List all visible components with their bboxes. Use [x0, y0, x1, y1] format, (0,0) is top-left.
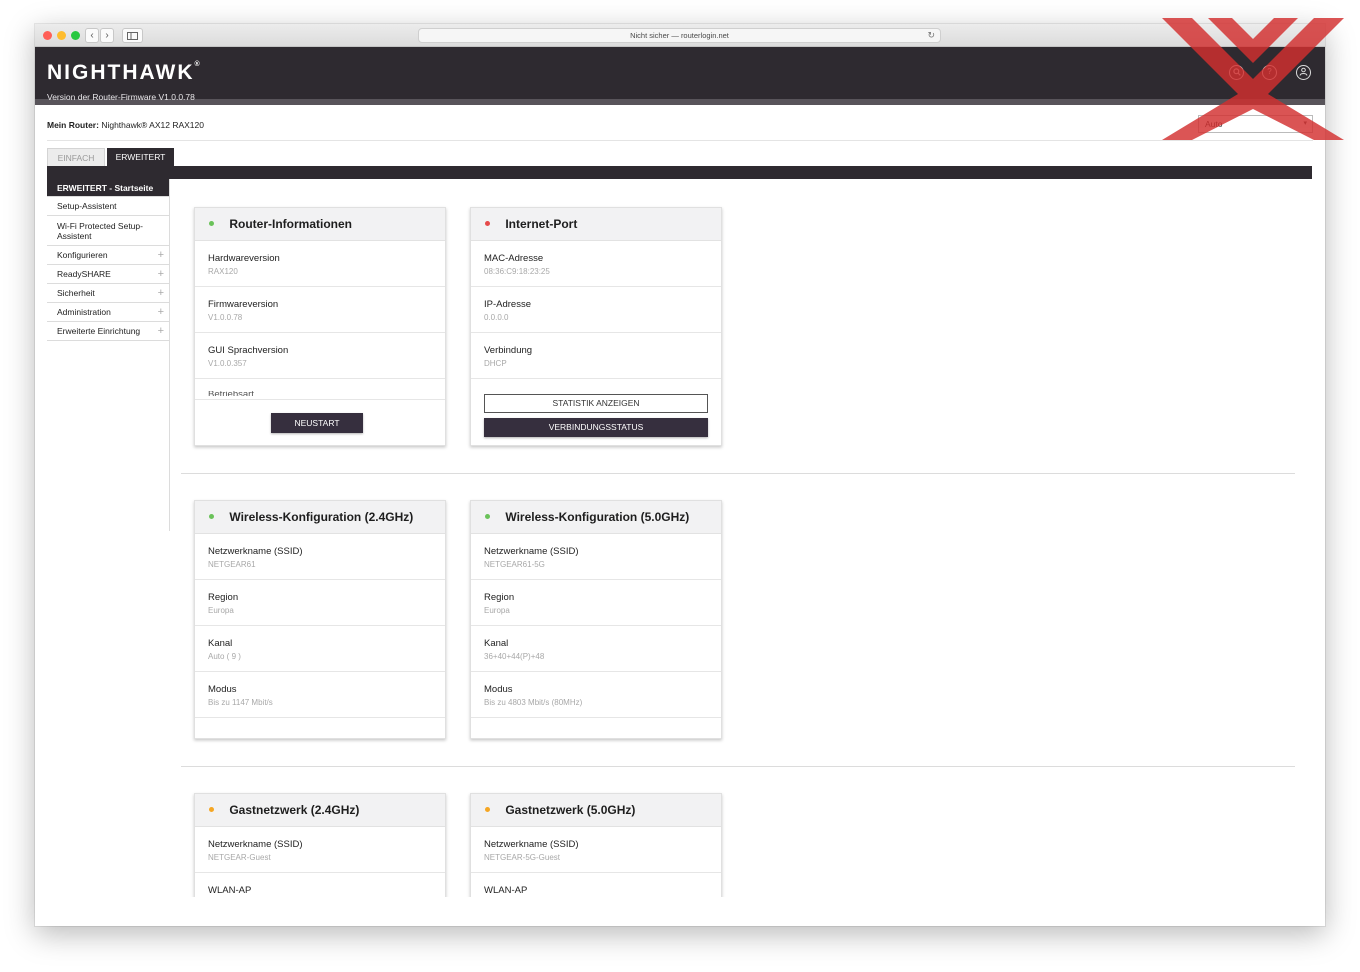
connection-status-button[interactable]: VERBINDUNGSSTATUS [484, 418, 708, 437]
info-row-mac: MAC-Adresse 08:36:C9:18:23:25 [471, 241, 721, 287]
expand-icon: + [157, 287, 164, 299]
info-row-verbindung: Verbindung DHCP [471, 333, 721, 379]
browser-toolbar: ‹ › Nicht sicher — routerlogin.net ↻ [35, 24, 1325, 47]
card-header: Gastnetzwerk (2.4GHz) [195, 794, 445, 827]
browser-window: ‹ › Nicht sicher — routerlogin.net ↻ NIG… [35, 24, 1325, 926]
help-icon[interactable]: ? [1262, 65, 1277, 80]
zoom-window-button[interactable] [71, 31, 80, 40]
info-row-ip: IP-Adresse 0.0.0.0 [471, 287, 721, 333]
sidebar-item-startseite[interactable]: ERWEITERT - Startseite [47, 179, 170, 197]
search-icon[interactable] [1229, 65, 1244, 80]
info-row-ssid: Netzwerkname (SSID) NETGEAR61-5G [471, 534, 721, 580]
tab-bar [47, 166, 1312, 179]
back-button[interactable]: ‹ [85, 28, 99, 43]
card-header: Wireless-Konfiguration (5.0GHz) [471, 501, 721, 534]
address-text: Nicht sicher — routerlogin.net [630, 31, 729, 40]
card-header: Gastnetzwerk (5.0GHz) [471, 794, 721, 827]
status-dot [485, 514, 490, 520]
info-row-kanal: Kanal Auto ( 9 ) [195, 626, 445, 672]
info-row-modus: Modus Bis zu 1147 Mbit/s [195, 672, 445, 718]
reload-icon[interactable]: ↻ [927, 29, 935, 42]
status-dot [485, 807, 490, 813]
info-row-kanal: Kanal 36+40+44(P)+48 [471, 626, 721, 672]
wireless-50-card: Wireless-Konfiguration (5.0GHz) Netzwerk… [470, 500, 722, 739]
info-row-hardware: Hardwareversion RAX120 [195, 241, 445, 287]
chevron-right-icon: › [105, 30, 109, 41]
nighthawk-logo[interactable]: NIGHTHAWK® [47, 61, 202, 85]
app-header: NIGHTHAWK® ? [35, 47, 1325, 105]
sidebar: ERWEITERT - Startseite Setup-Assistent W… [47, 179, 170, 341]
sidebar-item-readyshare[interactable]: ReadySHARE + [47, 265, 170, 284]
tab-erweitert[interactable]: ERWEITERT [107, 148, 174, 166]
info-row-modus: Modus Bis zu 4803 Mbit/s (80MHz) [471, 672, 721, 718]
wireless-24-card: Wireless-Konfiguration (2.4GHz) Netzwerk… [194, 500, 446, 739]
internet-port-card: Internet-Port MAC-Adresse 08:36:C9:18:23:… [470, 207, 722, 446]
user-icon[interactable] [1296, 65, 1311, 80]
sidebar-item-administration[interactable]: Administration + [47, 303, 170, 322]
status-dot [209, 514, 214, 520]
card-header: Internet-Port [471, 208, 721, 241]
info-row-ssid: Netzwerkname (SSID) NETGEAR61 [195, 534, 445, 580]
card-header: Wireless-Konfiguration (2.4GHz) [195, 501, 445, 534]
info-row-firmware: Firmwareversion V1.0.0.78 [195, 287, 445, 333]
status-dot [209, 221, 214, 227]
status-dot [209, 807, 214, 813]
show-statistics-button[interactable]: STATISTIK ANZEIGEN [484, 394, 708, 413]
viewport-bottom [35, 897, 1325, 926]
header-divider [47, 140, 1313, 141]
tab-einfach[interactable]: EINFACH [47, 148, 105, 166]
sidebar-item-wps-assistent[interactable]: Wi-Fi Protected Setup-Assistent [47, 216, 170, 246]
router-name: Nighthawk® AX12 RAX120 [101, 120, 204, 130]
language-select[interactable]: Auto ▾ [1198, 115, 1313, 133]
sidebar-border [169, 179, 170, 531]
sidebar-toggle-button[interactable] [122, 28, 143, 43]
card-title: Wireless-Konfiguration (2.4GHz) [229, 510, 414, 524]
info-row-region: Region Europa [195, 580, 445, 626]
sidebar-item-setup-assistent[interactable]: Setup-Assistent [47, 197, 170, 216]
close-window-button[interactable] [43, 31, 52, 40]
firmware-version: Version der Router-Firmware V1.0.0.78 [47, 92, 195, 102]
card-title: Internet-Port [505, 217, 578, 231]
address-bar[interactable]: Nicht sicher — routerlogin.net ↻ [418, 28, 941, 43]
expand-icon: + [157, 249, 164, 261]
info-row-betriebsart: Betriebsart [195, 379, 445, 400]
expand-icon: + [157, 325, 164, 337]
expand-icon: + [157, 306, 164, 318]
card-title: Wireless-Konfiguration (5.0GHz) [505, 510, 690, 524]
card-title: Router-Informationen [229, 217, 353, 231]
info-row-region: Region Europa [471, 580, 721, 626]
section-divider [181, 473, 1295, 474]
card-title: Gastnetzwerk (2.4GHz) [229, 803, 360, 817]
header-strip [35, 99, 1325, 105]
status-dot [485, 221, 490, 227]
forward-button[interactable]: › [100, 28, 114, 43]
sidebar-item-erweiterte-einrichtung[interactable]: Erweiterte Einrichtung + [47, 322, 170, 341]
chevron-left-icon: ‹ [90, 30, 94, 41]
chevron-down-icon: ▾ [1303, 120, 1307, 127]
language-value: Auto [1205, 119, 1223, 129]
restart-button[interactable]: NEUSTART [271, 413, 363, 433]
sidebar-icon [127, 32, 138, 40]
router-model: Mein Router: Nighthawk® AX12 RAX120 [47, 120, 204, 130]
router-label: Mein Router: [47, 120, 99, 130]
card-title: Gastnetzwerk (5.0GHz) [505, 803, 636, 817]
section-divider [181, 766, 1295, 767]
router-info-card: Router-Informationen Hardwareversion RAX1… [194, 207, 446, 446]
info-row-ssid: Netzwerkname (SSID) NETGEAR-5G-Guest [471, 827, 721, 873]
info-row-gui-version: GUI Sprachversion V1.0.0.357 [195, 333, 445, 379]
expand-icon: + [157, 268, 164, 280]
info-row-ssid: Netzwerkname (SSID) NETGEAR-Guest [195, 827, 445, 873]
sidebar-item-sicherheit[interactable]: Sicherheit + [47, 284, 170, 303]
minimize-window-button[interactable] [57, 31, 66, 40]
card-header: Router-Informationen [195, 208, 445, 241]
sidebar-item-konfigurieren[interactable]: Konfigurieren + [47, 246, 170, 265]
